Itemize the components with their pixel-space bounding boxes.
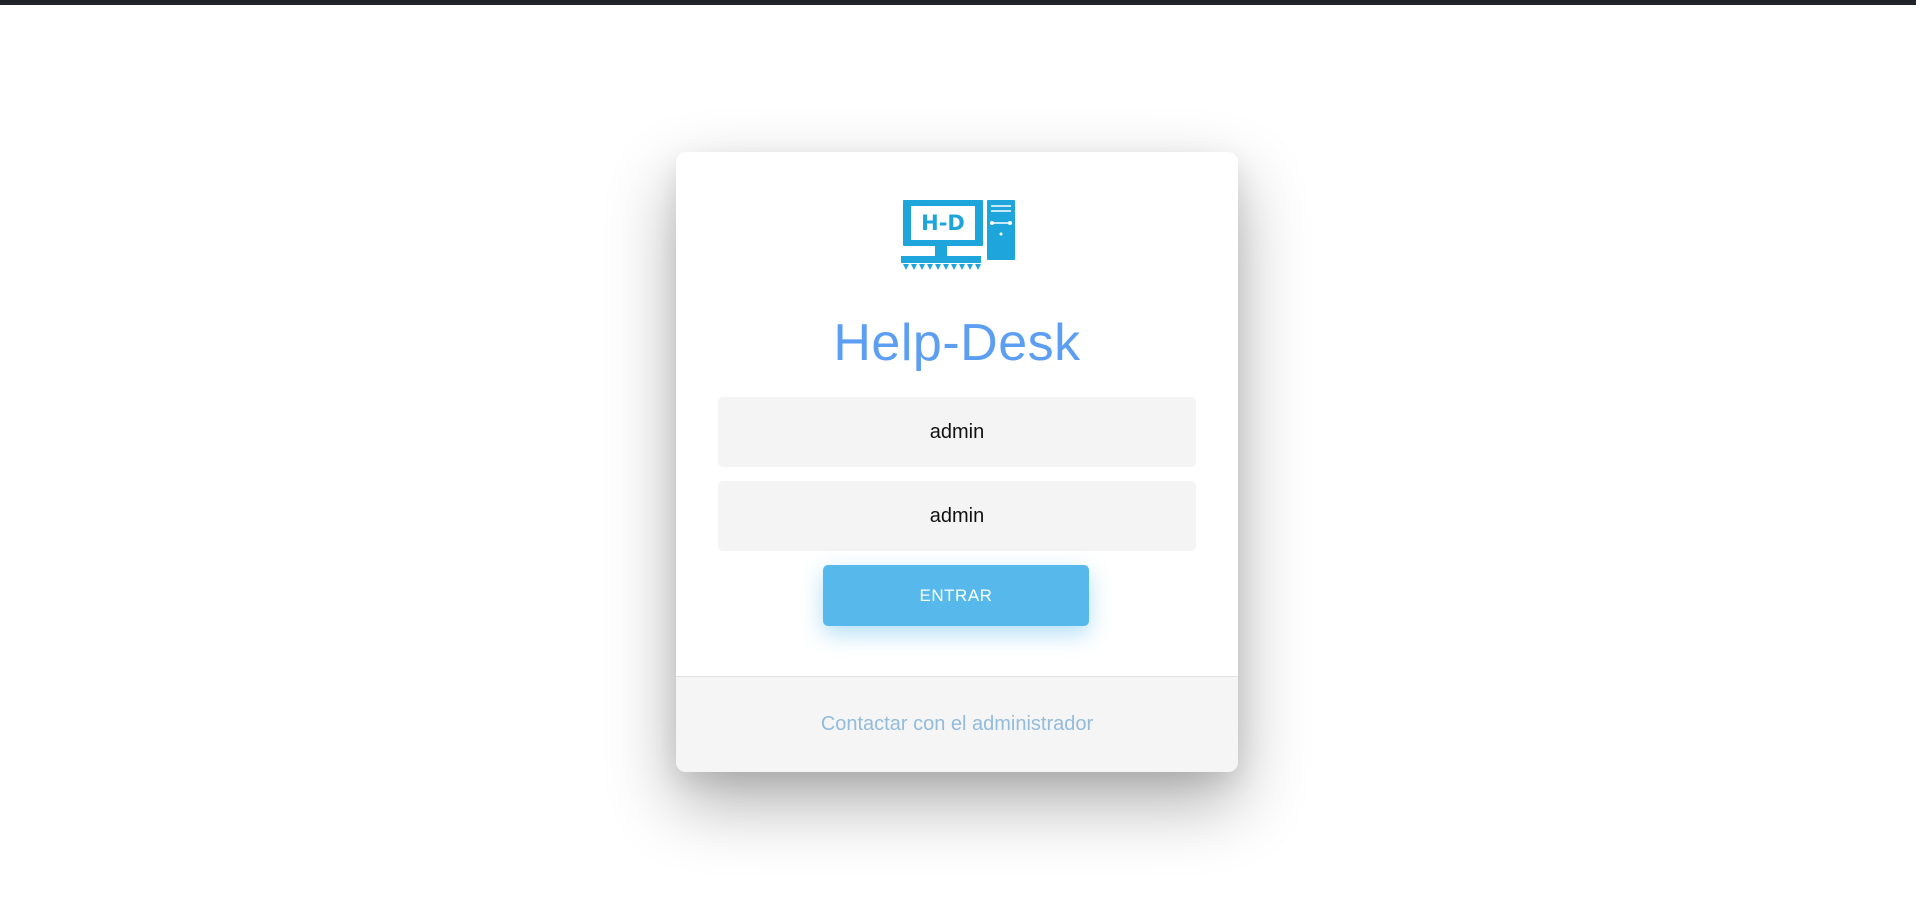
login-button[interactable]: ENTRAR: [823, 565, 1089, 626]
help-desk-logo: H-D: [901, 200, 1015, 274]
login-card: H-D Help-Desk ENTRAR Contactar con el ad…: [676, 152, 1238, 772]
computer-monitor-tower-icon: H-D: [901, 200, 1015, 270]
card-footer: Contactar con el administrador: [676, 676, 1238, 772]
username-field[interactable]: [718, 397, 1196, 467]
contact-admin-link[interactable]: Contactar con el administrador: [676, 713, 1238, 736]
window-top-bar: [0, 0, 1916, 5]
svg-text:H-D: H-D: [921, 211, 965, 235]
app-title: Help-Desk: [833, 314, 1081, 372]
password-field[interactable]: [718, 481, 1196, 551]
